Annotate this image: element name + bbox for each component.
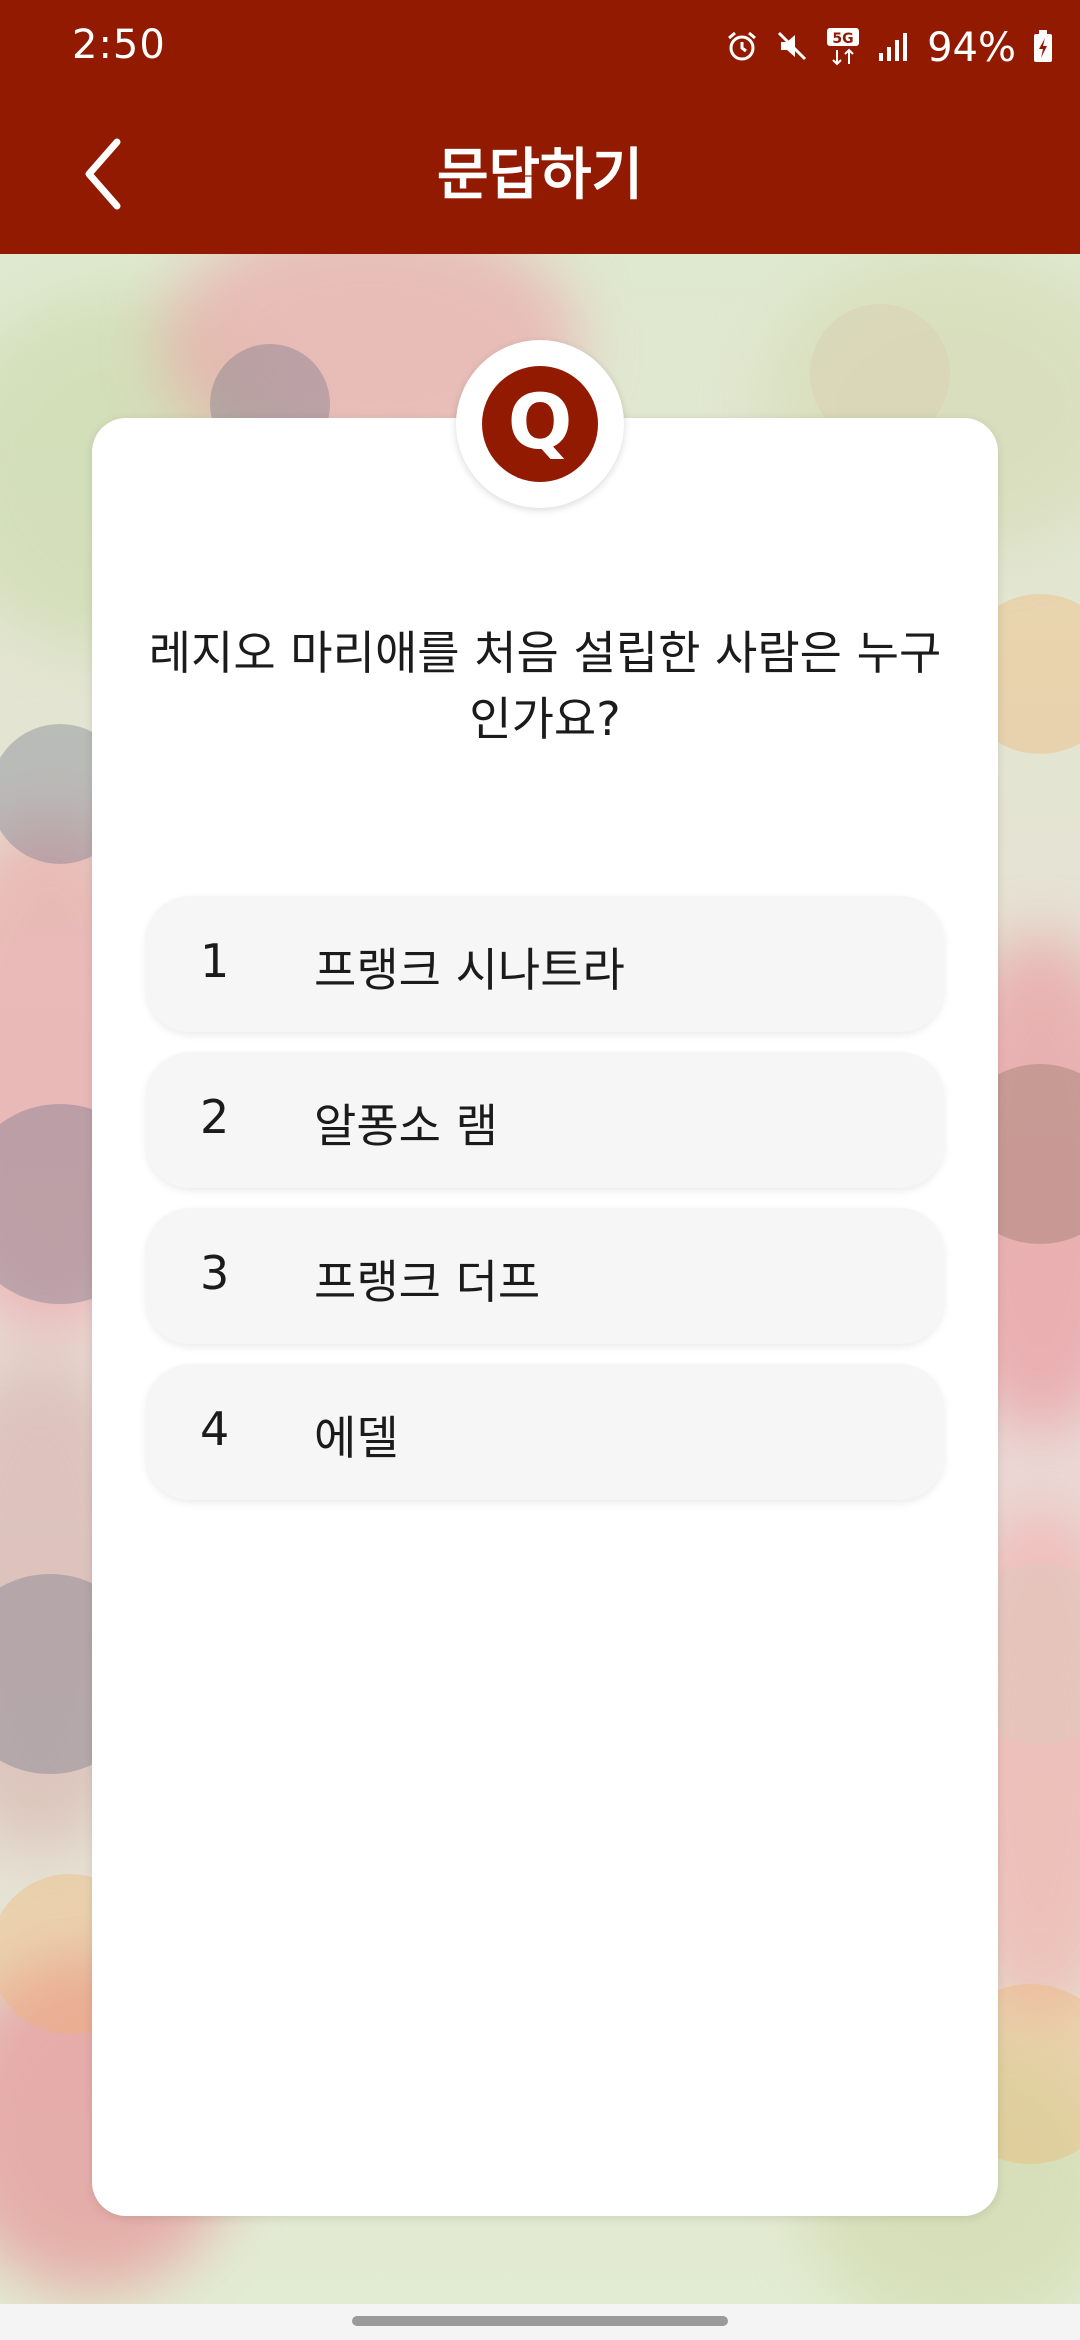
page-title: 문답하기 (436, 143, 644, 208)
answer-option-3[interactable]: 3 프랭크 더프 (146, 1208, 944, 1344)
status-bar: 2:50 5G 94% (0, 0, 1080, 96)
5g-icon: 5G (825, 26, 861, 70)
home-indicator[interactable] (352, 2316, 728, 2326)
battery-percent: 94% (927, 25, 1016, 71)
mute-icon (775, 29, 809, 67)
svg-text:5G: 5G (832, 31, 853, 47)
answer-number: 2 (200, 1090, 230, 1144)
alarm-icon (725, 29, 759, 67)
battery-charging-icon (1032, 29, 1054, 67)
answer-option-2[interactable]: 2 알퐁소 램 (146, 1052, 944, 1188)
answer-list: 1 프랭크 시나트라 2 알퐁소 램 3 프랭크 더프 4 에델 (146, 896, 944, 1520)
signal-icon (877, 29, 911, 67)
question-text: 레지오 마리애를 처음 설립한 사람은 누구인가요? (148, 626, 942, 746)
q-logo-icon: Q (482, 366, 598, 482)
status-icons: 5G 94% (725, 20, 1054, 76)
status-time: 2:50 (72, 22, 166, 68)
answer-option-1[interactable]: 1 프랭크 시나트라 (146, 896, 944, 1032)
app-bar: 문답하기 (0, 96, 1080, 254)
answer-text: 프랭크 시나트라 (314, 943, 625, 997)
answer-number: 3 (200, 1246, 230, 1300)
gesture-navigation-bar (0, 2304, 1080, 2340)
answer-text: 에델 (314, 1411, 399, 1465)
answer-text: 프랭크 더프 (314, 1255, 541, 1309)
answer-option-4[interactable]: 4 에델 (146, 1364, 944, 1500)
question-badge: Q (456, 340, 624, 508)
answer-number: 1 (200, 934, 230, 988)
svg-text:Q: Q (508, 377, 573, 466)
answer-text: 알퐁소 램 (314, 1099, 498, 1153)
answer-number: 4 (200, 1402, 230, 1456)
